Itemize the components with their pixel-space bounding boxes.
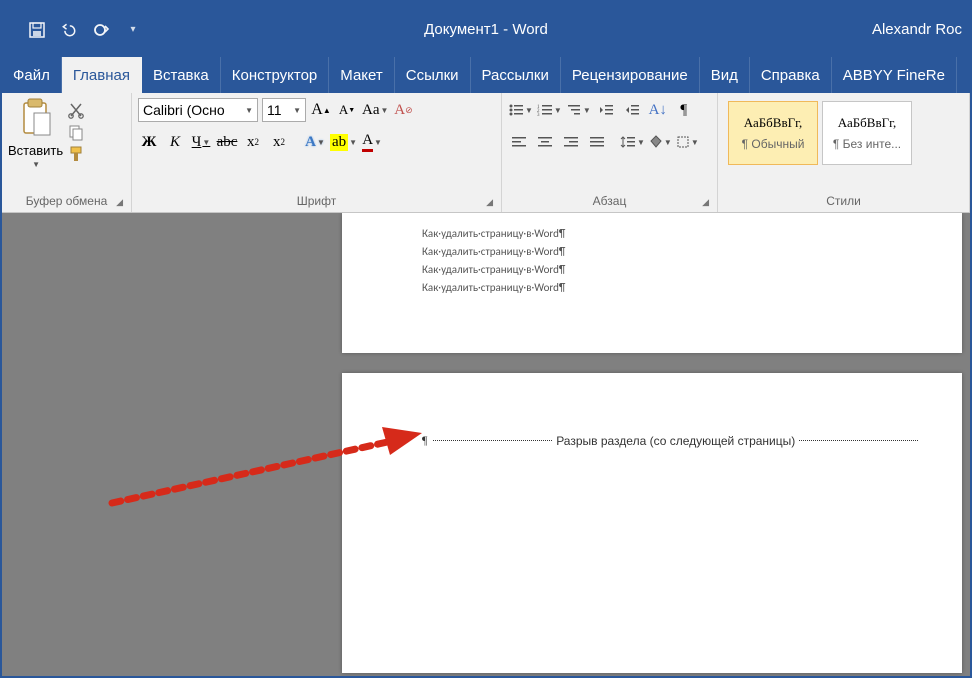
user-name: Alexandr Roc bbox=[872, 21, 962, 38]
paste-label: Вставить bbox=[8, 143, 63, 158]
tab-layout[interactable]: Макет bbox=[329, 57, 394, 93]
align-center-icon[interactable] bbox=[534, 131, 556, 153]
font-size-select[interactable]: 11▼ bbox=[262, 98, 306, 122]
chevron-down-icon: ▼ bbox=[32, 160, 40, 169]
tab-abbyy[interactable]: ABBYY FineRe bbox=[832, 57, 957, 93]
indent-increase-icon[interactable] bbox=[621, 99, 643, 121]
redo-icon[interactable] bbox=[92, 21, 110, 39]
multilevel-button[interactable]: ▼ bbox=[566, 99, 591, 121]
font-name-select[interactable]: Calibri (Осно▼ bbox=[138, 98, 258, 122]
tab-mailings[interactable]: Рассылки bbox=[471, 57, 561, 93]
font-launcher-icon[interactable]: ◢ bbox=[486, 197, 493, 208]
tab-insert[interactable]: Вставка bbox=[142, 57, 221, 93]
section-break-label: Разрыв раздела (со следующей страницы) bbox=[556, 434, 795, 448]
paste-button[interactable]: Вставить ▼ bbox=[8, 97, 63, 169]
paragraph[interactable]: Как·удалить·страницу·в·Word¶ bbox=[422, 243, 882, 261]
clear-format-icon[interactable]: A⊘ bbox=[392, 99, 414, 121]
align-right-icon[interactable] bbox=[560, 131, 582, 153]
align-left-icon[interactable] bbox=[508, 131, 530, 153]
indent-decrease-icon[interactable] bbox=[595, 99, 617, 121]
paragraph[interactable]: Как·удалить·страницу·в·Word¶ bbox=[422, 261, 882, 279]
paragraph[interactable]: Как·удалить·страницу·в·Word¶ bbox=[422, 225, 882, 243]
format-painter-icon[interactable] bbox=[67, 145, 85, 163]
italic-button[interactable]: К bbox=[164, 131, 186, 153]
strike-button[interactable]: abc bbox=[216, 131, 238, 153]
paragraph[interactable]: Как·удалить·страницу·в·Word¶ bbox=[422, 279, 882, 297]
group-paragraph: ▼ 123▼ ▼ A↓ ¶ ▼ ▼ ▼ Абзац◢ bbox=[502, 93, 718, 212]
section-break-marker[interactable]: ¶ Разрыв раздела (со следующей страницы) bbox=[422, 433, 922, 448]
shading-button[interactable]: ▼ bbox=[649, 131, 672, 153]
doc-name: Документ1 bbox=[424, 21, 499, 38]
cut-icon[interactable] bbox=[67, 101, 85, 119]
highlight-button[interactable]: ab▼ bbox=[330, 131, 357, 153]
document-area[interactable]: Как·удалить·страницу·в·Word¶ Как·удалить… bbox=[2, 213, 970, 676]
align-justify-icon[interactable] bbox=[586, 131, 608, 153]
app-name: Word bbox=[512, 21, 548, 38]
quick-access-toolbar: ▾ bbox=[10, 21, 142, 39]
subscript-button[interactable]: x2 bbox=[242, 131, 264, 153]
change-case-button[interactable]: Aa▼ bbox=[362, 99, 388, 121]
title-bar: ▾ Документ1 - Word Alexandr Roc bbox=[2, 2, 970, 57]
ribbon-tabs: Файл Главная Вставка Конструктор Макет С… bbox=[2, 57, 970, 93]
tab-references[interactable]: Ссылки bbox=[395, 57, 471, 93]
page-1[interactable]: Как·удалить·страницу·в·Word¶ Как·удалить… bbox=[342, 213, 962, 353]
show-marks-icon[interactable]: ¶ bbox=[673, 99, 695, 121]
shrink-font-icon[interactable]: A▼ bbox=[336, 99, 358, 121]
group-styles: АаБбВвГг, ¶ Обычный АаБбВвГг, ¶ Без инте… bbox=[718, 93, 970, 212]
bullets-button[interactable]: ▼ bbox=[508, 99, 533, 121]
group-paragraph-label: Абзац◢ bbox=[508, 192, 711, 210]
svg-text:3: 3 bbox=[537, 113, 540, 117]
sort-icon[interactable]: A↓ bbox=[647, 99, 669, 121]
tab-file[interactable]: Файл bbox=[2, 57, 62, 93]
text-effects-button[interactable]: A▼ bbox=[304, 131, 326, 153]
group-clipboard-label: Буфер обмена◢ bbox=[8, 192, 125, 210]
line-spacing-icon[interactable]: ▼ bbox=[620, 131, 645, 153]
clipboard-launcher-icon[interactable]: ◢ bbox=[116, 197, 123, 208]
window-title: Документ1 - Word bbox=[424, 21, 548, 38]
ribbon: Вставить ▼ Буфер обмена◢ Calibri (Осно▼ … bbox=[2, 93, 970, 213]
undo-icon[interactable] bbox=[60, 21, 78, 39]
para-launcher-icon[interactable]: ◢ bbox=[702, 197, 709, 208]
tab-view[interactable]: Вид bbox=[700, 57, 750, 93]
bold-button[interactable]: Ж bbox=[138, 131, 160, 153]
numbering-button[interactable]: 123▼ bbox=[537, 99, 562, 121]
save-icon[interactable] bbox=[28, 21, 46, 39]
style-nospacing[interactable]: АаБбВвГг, ¶ Без инте... bbox=[822, 101, 912, 165]
group-font-label: Шрифт◢ bbox=[138, 192, 495, 210]
grow-font-icon[interactable]: A▲ bbox=[310, 99, 332, 121]
tab-help[interactable]: Справка bbox=[750, 57, 832, 93]
borders-button[interactable]: ▼ bbox=[676, 131, 699, 153]
copy-icon[interactable] bbox=[67, 123, 85, 141]
group-font: Calibri (Осно▼ 11▼ A▲ A▼ Aa▼ A⊘ Ж К Ч▼ a… bbox=[132, 93, 502, 212]
group-clipboard: Вставить ▼ Буфер обмена◢ bbox=[2, 93, 132, 212]
group-styles-label: Стили bbox=[724, 192, 963, 210]
page-2[interactable]: ¶ Разрыв раздела (со следующей страницы) bbox=[342, 373, 962, 673]
underline-button[interactable]: Ч▼ bbox=[190, 131, 212, 153]
tab-review[interactable]: Рецензирование bbox=[561, 57, 700, 93]
style-normal[interactable]: АаБбВвГг, ¶ Обычный bbox=[728, 101, 818, 165]
tab-home[interactable]: Главная bbox=[62, 57, 142, 93]
superscript-button[interactable]: x2 bbox=[268, 131, 290, 153]
qat-customize-icon[interactable]: ▾ bbox=[124, 21, 142, 39]
font-color-button[interactable]: A▼ bbox=[361, 131, 383, 153]
tab-design[interactable]: Конструктор bbox=[221, 57, 330, 93]
